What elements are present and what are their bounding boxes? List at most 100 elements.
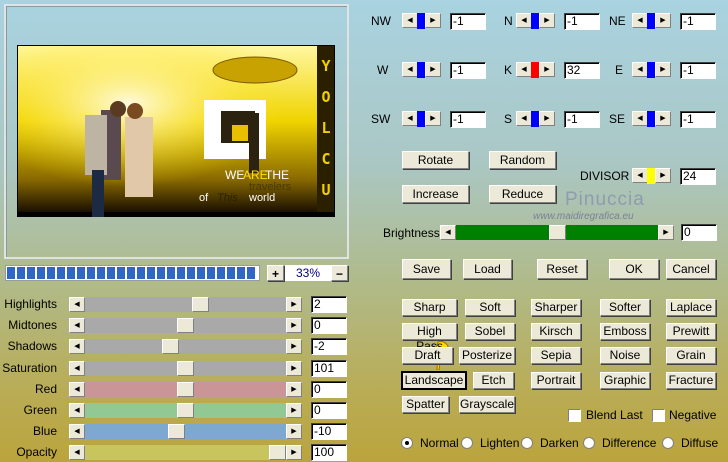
- load-button[interactable]: Load: [463, 259, 512, 279]
- cancel-button[interactable]: Cancel: [666, 259, 716, 279]
- slider-track[interactable]: [85, 424, 286, 440]
- checkbox-blend-last[interactable]: [568, 409, 581, 422]
- preset-spatter-button[interactable]: Spatter: [402, 396, 449, 413]
- radio-darken[interactable]: [521, 437, 533, 449]
- slider-thumb[interactable]: [177, 318, 194, 334]
- preset-soft-button[interactable]: Soft: [465, 299, 515, 316]
- slider-left-arrow-icon[interactable]: ◀: [69, 403, 85, 418]
- slider-thumb[interactable]: [191, 297, 209, 312]
- slider-left-arrow-icon[interactable]: ◀: [69, 339, 85, 355]
- slider-right-arrow-icon[interactable]: ▶: [286, 381, 302, 397]
- spin-right-arrow-icon[interactable]: ▶: [539, 62, 555, 77]
- slider-value-input[interactable]: 0: [311, 317, 347, 335]
- slider-track[interactable]: [85, 360, 286, 376]
- spin-right-arrow-icon[interactable]: ▶: [539, 111, 555, 126]
- preset-fracture-button[interactable]: Fracture: [666, 372, 716, 389]
- kernel-spinner-w[interactable]: ◀ ▶: [402, 62, 443, 78]
- kernel-input-w[interactable]: -1: [450, 62, 486, 79]
- reset-button[interactable]: Reset: [537, 259, 587, 279]
- preset-high-pass-button[interactable]: High Pass: [402, 323, 457, 353]
- spin-left-arrow-icon[interactable]: ◀: [516, 111, 532, 126]
- ok-button[interactable]: OK: [609, 259, 659, 279]
- spin-left-arrow-icon[interactable]: ◀: [632, 111, 648, 126]
- slider-value-input[interactable]: 101: [311, 359, 347, 377]
- spin-left-arrow-icon[interactable]: ◀: [632, 62, 648, 77]
- slider-right-arrow-icon[interactable]: ▶: [286, 424, 302, 440]
- spin-left-arrow-icon[interactable]: ◀: [632, 13, 648, 28]
- radio-diffuse[interactable]: [662, 437, 674, 449]
- radio-lighten[interactable]: [461, 437, 473, 449]
- slider-left-arrow-icon[interactable]: ◀: [69, 297, 85, 312]
- kernel-spinner-s[interactable]: ◀ ▶: [516, 111, 557, 127]
- spin-right-arrow-icon[interactable]: ▶: [425, 111, 441, 126]
- spin-right-arrow-icon[interactable]: ▶: [655, 13, 671, 28]
- brightness-track[interactable]: [456, 225, 658, 240]
- zoom-out-button[interactable]: −: [331, 265, 348, 281]
- kernel-spinner-ne[interactable]: ◀ ▶: [632, 13, 673, 29]
- brightness-thumb[interactable]: [548, 225, 566, 240]
- slider-right-arrow-icon[interactable]: ▶: [286, 360, 302, 376]
- divisor-input[interactable]: 24: [680, 168, 716, 185]
- spin-right-arrow-icon[interactable]: ▶: [425, 62, 441, 77]
- kernel-input-nw[interactable]: -1: [450, 13, 486, 30]
- slider-right-arrow-icon[interactable]: ▶: [286, 297, 302, 312]
- kernel-spinner-n[interactable]: ◀ ▶: [516, 13, 557, 29]
- kernel-input-se[interactable]: -1: [680, 111, 716, 128]
- spin-right-arrow-icon[interactable]: ▶: [539, 13, 555, 28]
- slider-value-input[interactable]: -2: [311, 338, 347, 356]
- preset-laplace-button[interactable]: Laplace: [666, 299, 716, 316]
- spin-left-arrow-icon[interactable]: ◀: [402, 111, 418, 126]
- preset-emboss-button[interactable]: Emboss: [600, 323, 650, 340]
- brightness-input[interactable]: 0: [681, 224, 717, 241]
- save-button[interactable]: Save: [402, 259, 451, 279]
- divisor-spinner[interactable]: ◀ ▶: [632, 168, 673, 184]
- slider-track[interactable]: [85, 318, 286, 334]
- radio-difference[interactable]: [583, 437, 595, 449]
- random-button[interactable]: Random: [489, 151, 556, 169]
- slider-left-arrow-icon[interactable]: ◀: [69, 381, 85, 397]
- slider-value-input[interactable]: -10: [311, 423, 347, 441]
- spin-left-arrow-icon[interactable]: ◀: [402, 13, 418, 28]
- brightness-left-arrow-icon[interactable]: ◀: [440, 225, 456, 240]
- preset-sharp-button[interactable]: Sharp: [402, 299, 457, 316]
- preset-softer-button[interactable]: Softer: [600, 299, 650, 316]
- reduce-button[interactable]: Reduce: [489, 185, 556, 203]
- kernel-spinner-nw[interactable]: ◀ ▶: [402, 13, 443, 29]
- slider-thumb[interactable]: [177, 381, 194, 397]
- spin-right-arrow-icon[interactable]: ▶: [655, 111, 671, 126]
- spin-left-arrow-icon[interactable]: ◀: [516, 62, 532, 77]
- slider-track[interactable]: [85, 403, 286, 418]
- preset-draft-button[interactable]: Draft: [402, 347, 453, 364]
- slider-track[interactable]: [85, 445, 286, 461]
- spin-left-arrow-icon[interactable]: ◀: [516, 13, 532, 28]
- spin-right-arrow-icon[interactable]: ▶: [425, 13, 441, 28]
- preset-kirsch-button[interactable]: Kirsch: [531, 323, 581, 340]
- kernel-input-e[interactable]: -1: [680, 62, 716, 79]
- kernel-spinner-e[interactable]: ◀ ▶: [632, 62, 673, 78]
- kernel-input-sw[interactable]: -1: [450, 111, 486, 128]
- slider-right-arrow-icon[interactable]: ▶: [286, 318, 302, 334]
- slider-right-arrow-icon[interactable]: ▶: [286, 445, 302, 461]
- preset-sobel-button[interactable]: Sobel: [465, 323, 515, 340]
- slider-track[interactable]: [85, 297, 286, 312]
- kernel-input-ne[interactable]: -1: [680, 13, 716, 30]
- slider-thumb[interactable]: [269, 445, 286, 461]
- preset-noise-button[interactable]: Noise: [600, 347, 650, 364]
- slider-value-input[interactable]: 100: [311, 444, 347, 462]
- slider-left-arrow-icon[interactable]: ◀: [69, 445, 85, 461]
- kernel-spinner-sw[interactable]: ◀ ▶: [402, 111, 443, 127]
- radio-normal[interactable]: [401, 437, 413, 449]
- kernel-input-s[interactable]: -1: [564, 111, 600, 128]
- preset-prewitt-button[interactable]: Prewitt: [666, 323, 716, 340]
- kernel-spinner-k[interactable]: ◀ ▶: [516, 62, 557, 78]
- preset-graphic-button[interactable]: Graphic: [600, 372, 650, 389]
- zoom-in-button[interactable]: +: [267, 265, 284, 281]
- kernel-input-k[interactable]: 32: [564, 62, 600, 79]
- slider-track[interactable]: [85, 381, 286, 397]
- preset-posterize-button[interactable]: Posterize: [459, 347, 515, 364]
- preset-portrait-button[interactable]: Portrait: [531, 372, 581, 389]
- slider-thumb[interactable]: [177, 360, 194, 376]
- spin-left-arrow-icon[interactable]: ◀: [632, 168, 648, 183]
- slider-right-arrow-icon[interactable]: ▶: [286, 339, 302, 355]
- spin-left-arrow-icon[interactable]: ◀: [402, 62, 418, 77]
